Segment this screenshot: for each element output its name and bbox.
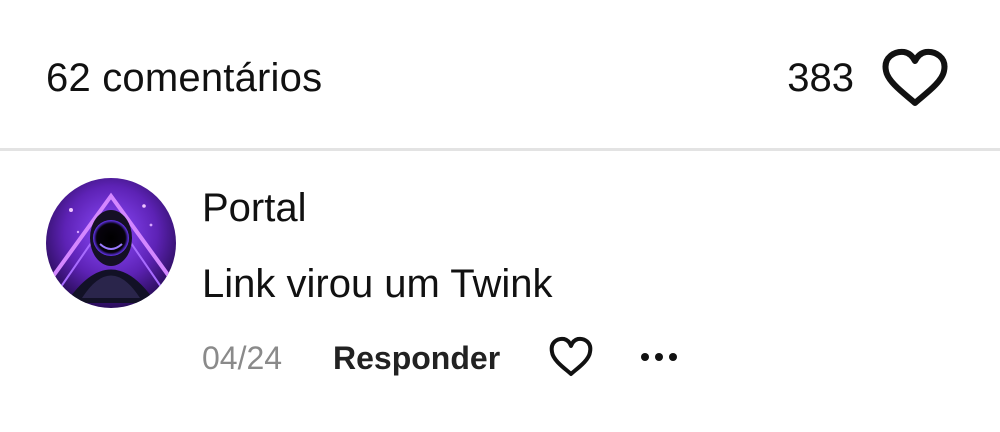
comment-date: 04/24: [202, 340, 283, 376]
heart-icon[interactable]: [880, 48, 950, 108]
heart-icon[interactable]: [548, 336, 594, 378]
reply-button[interactable]: Responder: [333, 340, 500, 376]
avatar[interactable]: [46, 178, 176, 308]
header-divider: [0, 148, 1000, 151]
comment-count: 62 comentários: [46, 56, 323, 100]
comment-text: Link virou um Twink: [202, 262, 553, 306]
comments-sheet: 62 comentários 383 Portal Link virou um …: [0, 0, 1000, 432]
more-icon[interactable]: [638, 345, 680, 369]
comments-header: 62 comentários 383: [0, 0, 1000, 150]
comment-author[interactable]: Portal: [202, 186, 307, 230]
like-total: 383: [787, 56, 854, 100]
